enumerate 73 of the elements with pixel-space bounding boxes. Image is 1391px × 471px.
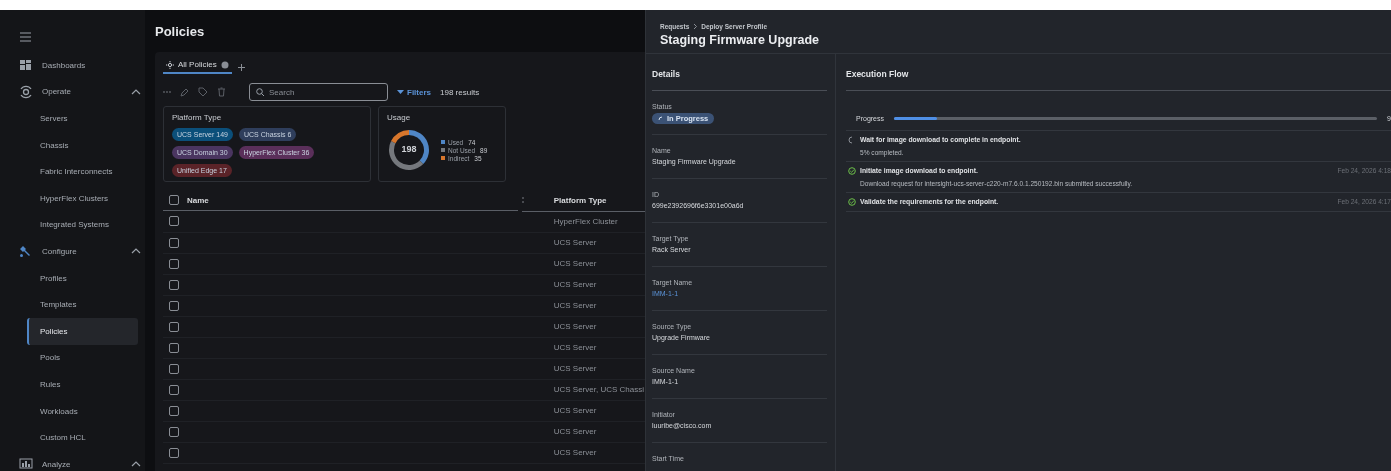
sidebar-item[interactable]: Fabric Interconnects (27, 158, 138, 185)
menu-icon[interactable] (20, 32, 31, 42)
checkbox[interactable] (169, 447, 179, 458)
add-icon[interactable] (237, 63, 245, 71)
sidebar-item[interactable]: Servers (27, 105, 138, 132)
table-cell: UCS Server (553, 448, 597, 457)
sidebar-item[interactable]: Dashboards (42, 60, 86, 70)
dashboard-icon (19, 58, 33, 73)
info-icon (220, 60, 229, 69)
target-icon (19, 84, 33, 99)
sun-icon (166, 60, 174, 69)
card-title: Usage (387, 113, 412, 122)
table-cell: UCS Server (553, 343, 597, 352)
checkbox[interactable] (169, 258, 179, 269)
donut-drawing (387, 128, 431, 172)
table-cell: HyperFlex Cluster (553, 217, 618, 226)
results-count: 198 results (440, 87, 480, 97)
funnel-icon (397, 89, 404, 95)
wrench-icon (19, 244, 33, 259)
card-title: Platform Type (172, 113, 223, 122)
tag-icon[interactable] (198, 87, 208, 97)
sidebar-item[interactable]: Chassis (27, 131, 138, 159)
table-cell: UCS Server (553, 301, 597, 310)
checkbox[interactable] (169, 237, 179, 248)
chart-icon (19, 457, 33, 471)
checkbox[interactable] (169, 279, 179, 290)
checkbox[interactable] (169, 384, 179, 395)
sidebar-item[interactable]: Rules (27, 371, 138, 398)
section-heading: Details (652, 54, 827, 91)
checkbox[interactable] (169, 405, 179, 416)
trash-icon[interactable] (217, 87, 226, 97)
checkbox[interactable] (169, 195, 179, 205)
search-field[interactable]: Search (249, 83, 388, 101)
sidebar-item[interactable]: HyperFlex Clusters (27, 184, 138, 212)
table-cell: UCS Server (553, 364, 597, 373)
sidebar-item[interactable]: Profiles (27, 264, 138, 292)
checkbox[interactable] (169, 363, 179, 374)
sidebar-item[interactable]: Operate (42, 87, 122, 97)
page-title: Policies (154, 23, 206, 41)
spinner-icon (658, 115, 664, 122)
column-header[interactable]: Platform Type (553, 195, 607, 205)
chevron-right-icon (693, 23, 698, 30)
sidebar-item[interactable]: Pools (27, 344, 138, 372)
search-icon (256, 88, 264, 96)
checkbox[interactable] (169, 426, 179, 437)
usage-total: 198 (400, 144, 418, 154)
sidebar-item[interactable]: Workloads (27, 397, 138, 425)
panel-title: Staging Firmware Upgrade (660, 33, 821, 47)
sidebar-item[interactable]: Analyze (42, 459, 122, 469)
column-header[interactable]: Name (187, 195, 209, 205)
sidebar-item[interactable]: Custom HCL (27, 424, 138, 451)
sidebar-item[interactable]: Integrated Systems (27, 211, 138, 239)
chevron-up-icon[interactable] (131, 87, 141, 96)
table-cell: UCS Server (553, 322, 597, 331)
sidebar-item[interactable]: Templates (27, 291, 138, 318)
checkbox[interactable] (169, 216, 179, 227)
table-cell: UCS Server, UCS Chassi (553, 385, 644, 394)
table-cell: UCS Server (553, 406, 597, 415)
table-cell: UCS Server (553, 427, 597, 436)
table-cell: UCS Server (553, 238, 597, 247)
pencil-icon[interactable] (180, 87, 189, 97)
sidebar-item[interactable]: Policies (27, 317, 138, 345)
sidebar-item[interactable]: Configure (42, 246, 122, 256)
chevron-up-icon[interactable] (131, 247, 141, 256)
table-cell: UCS Server (553, 259, 597, 268)
checkbox[interactable] (169, 321, 179, 332)
tab[interactable]: All Policies (163, 60, 232, 74)
checkbox[interactable] (169, 342, 179, 353)
table-cell: UCS Server (553, 280, 597, 289)
checkbox[interactable] (169, 300, 179, 311)
filters-button[interactable]: Filters (397, 87, 431, 97)
section-heading: Execution Flow (846, 54, 1391, 91)
chevron-up-icon[interactable] (131, 460, 141, 469)
